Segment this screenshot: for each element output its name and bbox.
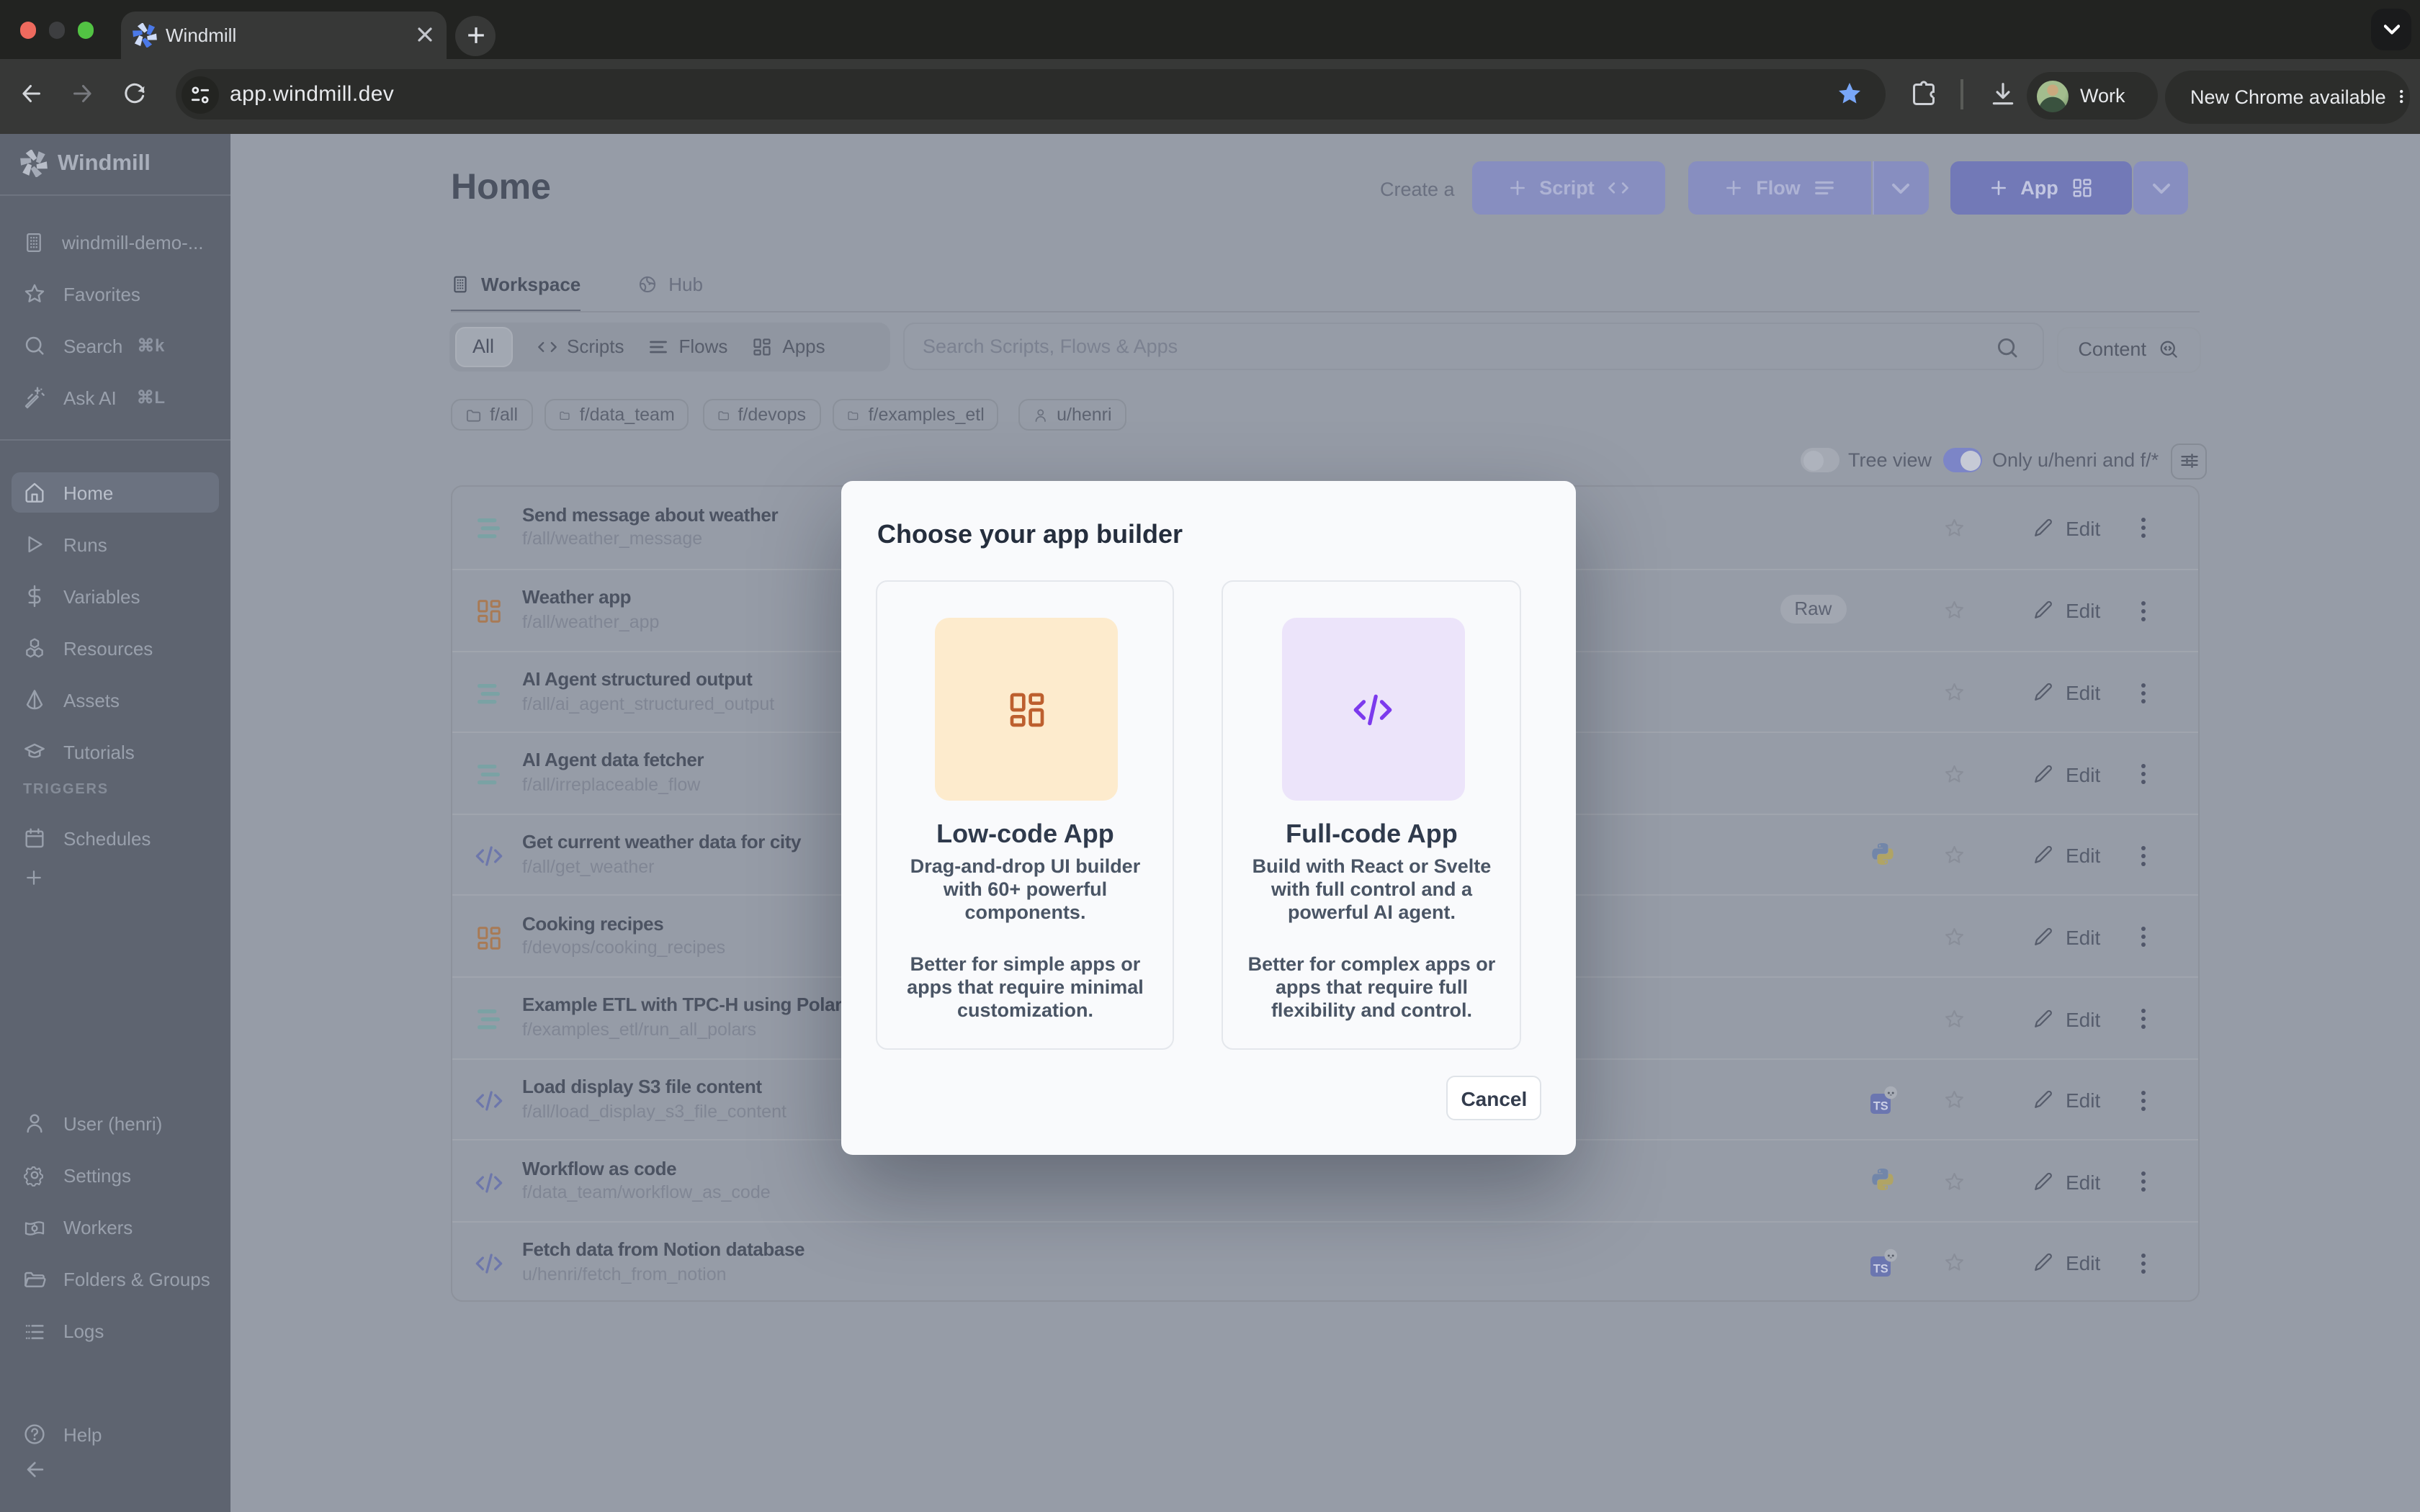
svg-text:TS: TS [1873, 1263, 1888, 1276]
svg-text:TS: TS [1873, 1099, 1888, 1112]
